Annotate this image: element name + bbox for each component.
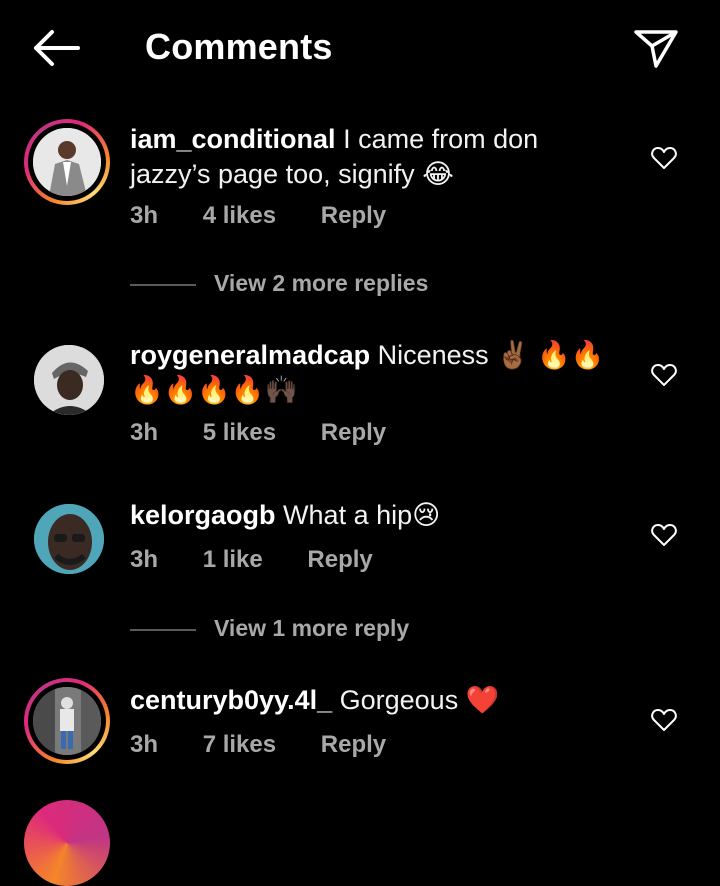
- avatar-story-ring[interactable]: [24, 678, 110, 764]
- comment-text: roygeneralmadcap Niceness ✌🏾 🔥🔥 🔥🔥🔥🔥🙌🏿: [130, 338, 610, 408]
- emoji-line-2: 🔥🔥🔥🔥🙌🏿: [130, 375, 299, 405]
- comment-username[interactable]: kelorgaogb: [130, 500, 276, 530]
- comment-body: Gorgeous: [339, 685, 459, 715]
- comment-username[interactable]: roygeneralmadcap: [130, 340, 370, 370]
- top-bar: Comments: [0, 0, 720, 96]
- comment-likes[interactable]: 1 like: [203, 546, 263, 573]
- heart-outline-icon[interactable]: [651, 708, 677, 732]
- avatar: [33, 128, 101, 196]
- comment-username[interactable]: centuryb0yy.4l_: [130, 685, 332, 715]
- comment-meta: 3h 5 likes Reply: [130, 419, 424, 447]
- comment-time: 3h: [130, 731, 159, 758]
- comment-time: 3h: [130, 546, 159, 573]
- view-more-replies[interactable]: View 2 more replies: [130, 270, 428, 297]
- comment-meta: 3h 7 likes Reply: [130, 731, 424, 759]
- comment-text: centuryb0yy.4l_ Gorgeous ❤️: [130, 683, 610, 718]
- comment-likes[interactable]: 5 likes: [203, 419, 276, 446]
- divider: [130, 283, 196, 286]
- avatar: [34, 504, 104, 574]
- view-more-label: View 1 more reply: [214, 615, 410, 641]
- avatar: [33, 687, 101, 755]
- comment-likes[interactable]: 4 likes: [203, 202, 276, 229]
- view-more-replies[interactable]: View 1 more reply: [130, 615, 409, 642]
- reply-button[interactable]: Reply: [321, 419, 386, 446]
- heart-outline-icon[interactable]: [651, 523, 677, 547]
- emoji-line: ✌🏾 🔥🔥: [496, 340, 605, 370]
- comment-body: What a hip: [283, 500, 413, 530]
- avatar-container[interactable]: [24, 335, 110, 421]
- divider: [130, 628, 196, 631]
- crying-emoji: 😢: [412, 500, 441, 530]
- avatar: [34, 345, 104, 415]
- comment-body: Niceness: [377, 340, 489, 370]
- comment-meta: 3h 1 like Reply: [130, 546, 411, 574]
- avatar-story-ring-partial[interactable]: [24, 800, 110, 886]
- send-icon[interactable]: [630, 24, 682, 72]
- comment-likes[interactable]: 7 likes: [203, 731, 276, 758]
- avatar-story-ring[interactable]: [24, 119, 110, 205]
- avatar-container[interactable]: [24, 494, 110, 580]
- laughing-emoji: 😂: [422, 159, 454, 189]
- comment-text: kelorgaogb What a hip😢: [130, 498, 610, 533]
- comment-text: iam_conditional I came from don jazzy’s …: [130, 122, 610, 192]
- heart-outline-icon[interactable]: [651, 146, 677, 170]
- heart-outline-icon[interactable]: [651, 363, 677, 387]
- comment-time: 3h: [130, 202, 159, 229]
- heart-emoji: ❤️: [465, 685, 500, 715]
- comment-meta: 3h 4 likes Reply: [130, 202, 424, 230]
- comment-time: 3h: [130, 419, 159, 446]
- page-title: Comments: [145, 26, 333, 67]
- comment-username[interactable]: iam_conditional: [130, 124, 336, 154]
- reply-button[interactable]: Reply: [307, 546, 372, 573]
- view-more-label: View 2 more replies: [214, 270, 429, 296]
- reply-button[interactable]: Reply: [321, 202, 386, 229]
- reply-button[interactable]: Reply: [321, 731, 386, 758]
- back-arrow-icon[interactable]: [30, 26, 82, 70]
